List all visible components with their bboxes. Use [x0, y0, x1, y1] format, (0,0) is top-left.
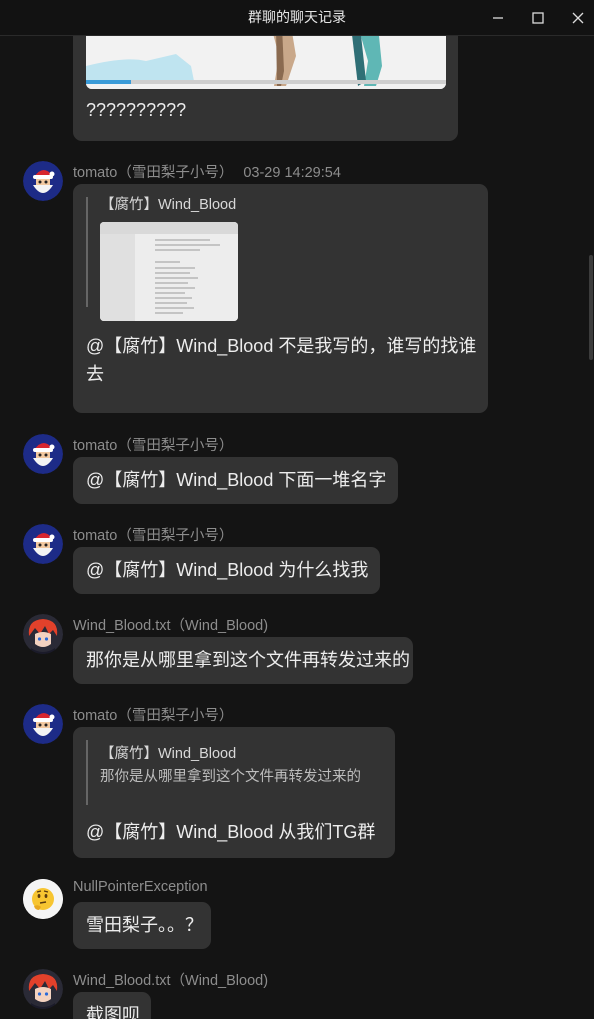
message-text: 那你是从哪里拿到这个文件再转发过来的	[86, 650, 410, 670]
close-button[interactable]	[558, 0, 594, 35]
santa-avatar-image	[23, 161, 63, 201]
thinking-emoji-avatar[interactable]	[23, 879, 63, 919]
message-bubble[interactable]: 那你是从哪里拿到这个文件再转发过来的	[73, 637, 413, 684]
santa-avatar[interactable]	[23, 161, 63, 201]
quote-author: 【腐竹】Wind_Blood	[100, 746, 237, 762]
video-frame-image	[86, 36, 446, 89]
quote-block[interactable]: 【腐竹】Wind_Blood 那你是从哪里拿到这个文件再转发过来的	[86, 740, 361, 805]
maximize-button[interactable]	[518, 0, 558, 35]
quoted-screenshot-image[interactable]	[100, 222, 238, 321]
quote-block[interactable]: 【腐竹】Wind_Blood	[86, 197, 238, 321]
anime-avatar-image	[23, 614, 63, 654]
sender-name: Wind_Blood.txt（Wind_Blood)	[73, 973, 269, 989]
santa-avatar[interactable]	[23, 704, 63, 744]
santa-avatar-image	[23, 704, 63, 744]
message-text: @【腐竹】Wind_Blood 不是我写的，谁写的找谁 去	[86, 336, 477, 384]
sender-name: tomato（雪田梨子小号）	[73, 708, 234, 724]
santa-avatar-image	[23, 434, 63, 474]
minimize-icon	[493, 16, 503, 19]
message-bubble[interactable]: 【腐竹】Wind_Blood 那你是从哪里拿到这个文件再转发过来的 @【腐竹】W…	[73, 727, 395, 858]
message-bubble[interactable]: 截图呗	[73, 992, 151, 1019]
anime-avatar-image	[23, 969, 63, 1009]
sender-name: tomato（雪田梨子小号） 03-29 14:29:54	[73, 165, 341, 181]
video-thumbnail[interactable]	[86, 36, 446, 89]
quote-text: 那你是从哪里拿到这个文件再转发过来的	[100, 769, 361, 785]
message-bubble[interactable]: @【腐竹】Wind_Blood 下面一堆名字	[73, 457, 398, 504]
anime-avatar[interactable]	[23, 614, 63, 654]
message-text: ??????????	[86, 100, 187, 120]
sender-name: tomato（雪田梨子小号）	[73, 438, 234, 454]
message-bubble[interactable]: 雪田梨子。。？	[73, 902, 211, 949]
quote-author: 【腐竹】Wind_Blood	[100, 197, 237, 213]
anime-avatar[interactable]	[23, 969, 63, 1009]
message-bubble[interactable]: @【腐竹】Wind_Blood 为什么找我	[73, 547, 380, 594]
chat-history[interactable]: ?????????? tomato（雪田梨子小号） 03-29 14:29:54 …	[0, 36, 594, 1019]
message-text: 雪田梨子。。？	[86, 915, 203, 935]
message-text: 截图呗	[86, 1005, 140, 1019]
thinking-emoji-image	[23, 879, 63, 919]
scrollbar-thumb[interactable]	[589, 255, 593, 360]
message-text: @【腐竹】Wind_Blood 为什么找我	[86, 560, 369, 580]
minimize-button[interactable]	[478, 0, 518, 35]
message-text: @【腐竹】Wind_Blood 下面一堆名字	[86, 470, 387, 490]
sender-name: NullPointerException	[73, 879, 208, 895]
message-text: @【腐竹】Wind_Blood 从我们TG群	[86, 822, 376, 842]
santa-avatar[interactable]	[23, 434, 63, 474]
title-bar: 群聊的聊天记录	[0, 0, 594, 36]
santa-avatar[interactable]	[23, 524, 63, 564]
message-bubble[interactable]: 【腐竹】Wind_Blood @【腐竹】Wind_Blood 不是我写的，谁写的…	[73, 184, 488, 413]
message-time: 03-29 14:29:54	[243, 165, 341, 181]
sender-name: Wind_Blood.txt（Wind_Blood)	[73, 618, 269, 634]
santa-avatar-image	[23, 524, 63, 564]
message-bubble[interactable]: ??????????	[73, 36, 458, 141]
sender-name: tomato（雪田梨子小号）	[73, 528, 234, 544]
close-icon	[572, 12, 584, 23]
maximize-icon	[532, 11, 544, 24]
screenshot-thumbnail	[100, 222, 238, 321]
